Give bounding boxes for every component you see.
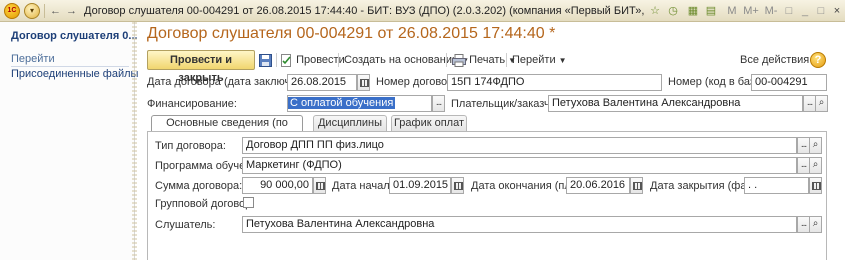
memory-plus-button[interactable]: M+: [742, 3, 760, 19]
amount-label: Сумма договора:: [155, 180, 243, 192]
calendar-icon[interactable]: ▤: [704, 3, 718, 19]
group-contract-checkbox[interactable]: [243, 197, 254, 208]
goto-label: Перейти: [512, 54, 556, 66]
financing-label: Финансирование:: [147, 98, 237, 110]
toolbar-divider: [506, 53, 507, 67]
choose-ellipsis-icon[interactable]: ...: [432, 95, 445, 112]
form-title: Договор слушателя 00-004291 от 26.08.201…: [147, 25, 556, 42]
memory-m-button[interactable]: M: [724, 3, 740, 19]
form-tabs: Основные сведения (по заявлению) Дисципл…: [147, 115, 827, 143]
search-icon[interactable]: ⌕: [809, 137, 822, 154]
search-icon[interactable]: ⌕: [809, 157, 822, 174]
titlebar-divider: [44, 4, 45, 18]
all-actions-button[interactable]: Все действия ▼: [740, 50, 820, 70]
minimize-icon[interactable]: _: [798, 3, 812, 19]
goto-button[interactable]: Перейти ▼: [512, 50, 567, 70]
program-field[interactable]: Маркетинг (ФДПО): [242, 157, 797, 174]
financing-field[interactable]: С оплатой обучения: [287, 95, 432, 112]
start-date-field[interactable]: 01.09.2015: [389, 177, 451, 194]
chevron-down-icon: ▼: [558, 56, 567, 65]
calendar-icon[interactable]: [451, 177, 464, 194]
forward-arrow-icon[interactable]: →: [66, 3, 77, 19]
save-icon[interactable]: [259, 50, 272, 70]
calculator-icon[interactable]: ▦: [686, 3, 700, 19]
calendar-icon[interactable]: [357, 74, 370, 91]
toolbar-divider: [338, 53, 339, 67]
history-icon[interactable]: ◷: [666, 3, 680, 19]
amount-field[interactable]: 90 000,00: [242, 177, 313, 194]
close-icon[interactable]: ×: [830, 3, 844, 19]
payer-field[interactable]: Петухова Валентина Александровна: [548, 95, 803, 112]
window-title: Договор слушателя 00-004291 от 26.08.201…: [84, 5, 644, 17]
contract-type-label: Тип договора:: [155, 140, 226, 152]
main-menu-icon[interactable]: ▾: [24, 3, 40, 19]
restore-icon[interactable]: □: [782, 3, 796, 19]
calculator-icon[interactable]: [313, 177, 326, 194]
financing-value: С оплатой обучения: [288, 97, 396, 109]
tab-main-info[interactable]: Основные сведения (по заявлению): [151, 115, 303, 143]
contract-date-field[interactable]: 26.08.2015: [287, 74, 357, 91]
group-contract-label: Групповой договор:: [155, 198, 255, 210]
navigation-panel: Договор слушателя 0... Перейти Присоедин…: [0, 22, 138, 260]
tab-payment-schedule[interactable]: График оплат: [391, 115, 467, 131]
favorites-star-icon[interactable]: ☆: [648, 3, 662, 19]
base-number-field[interactable]: 00-004291: [751, 74, 827, 91]
post-and-close-button[interactable]: Провести и закрыть: [147, 50, 255, 84]
panel-resize-handle[interactable]: [132, 22, 137, 260]
search-icon[interactable]: ⌕: [809, 216, 822, 233]
toolbar-divider: [276, 53, 277, 67]
printer-icon: [452, 53, 466, 67]
nav-section-divider: [11, 66, 129, 67]
payer-label: Плательщик/заказчик:: [451, 98, 564, 110]
app-logo-icon[interactable]: 1С: [4, 3, 20, 19]
maximize-icon[interactable]: □: [814, 3, 828, 19]
post-document-icon: [281, 53, 291, 67]
listener-label: Слушатель:: [155, 219, 216, 231]
nav-panel-title[interactable]: Договор слушателя 0...: [11, 30, 138, 42]
end-date-field[interactable]: 20.06.2016: [566, 177, 630, 194]
form-toolbar: Провести и закрыть Провести Создать на о…: [147, 50, 827, 84]
create-based-on-label: Создать на основании: [344, 54, 459, 66]
all-actions-label: Все действия: [740, 54, 810, 66]
help-icon[interactable]: ?: [810, 52, 826, 68]
print-label: Печать: [469, 54, 506, 66]
toolbar-divider: [446, 53, 447, 67]
nav-section-heading: Перейти: [11, 53, 55, 65]
nav-item-attached-files[interactable]: Присоединенные файлы: [11, 68, 138, 80]
search-icon[interactable]: ⌕: [815, 95, 828, 112]
close-date-field[interactable]: . .: [744, 177, 809, 194]
create-based-on-button[interactable]: Создать на основании ▼: [344, 50, 469, 70]
tab-disciplines[interactable]: Дисциплины: [313, 115, 387, 131]
listener-field[interactable]: Петухова Валентина Александровна: [242, 216, 797, 233]
contract-type-field[interactable]: Договор ДПП ПП физ.лицо: [242, 137, 797, 154]
calendar-icon[interactable]: [809, 177, 822, 194]
calendar-icon[interactable]: [630, 177, 643, 194]
window-titlebar: 1С ▾ ← → Договор слушателя 00-004291 от …: [0, 0, 845, 22]
back-arrow-icon[interactable]: ←: [50, 3, 61, 19]
post-button[interactable]: Провести: [280, 50, 345, 70]
memory-minus-button[interactable]: M-: [762, 3, 780, 19]
contract-number-field[interactable]: 15П 174ФДПО: [447, 74, 662, 91]
